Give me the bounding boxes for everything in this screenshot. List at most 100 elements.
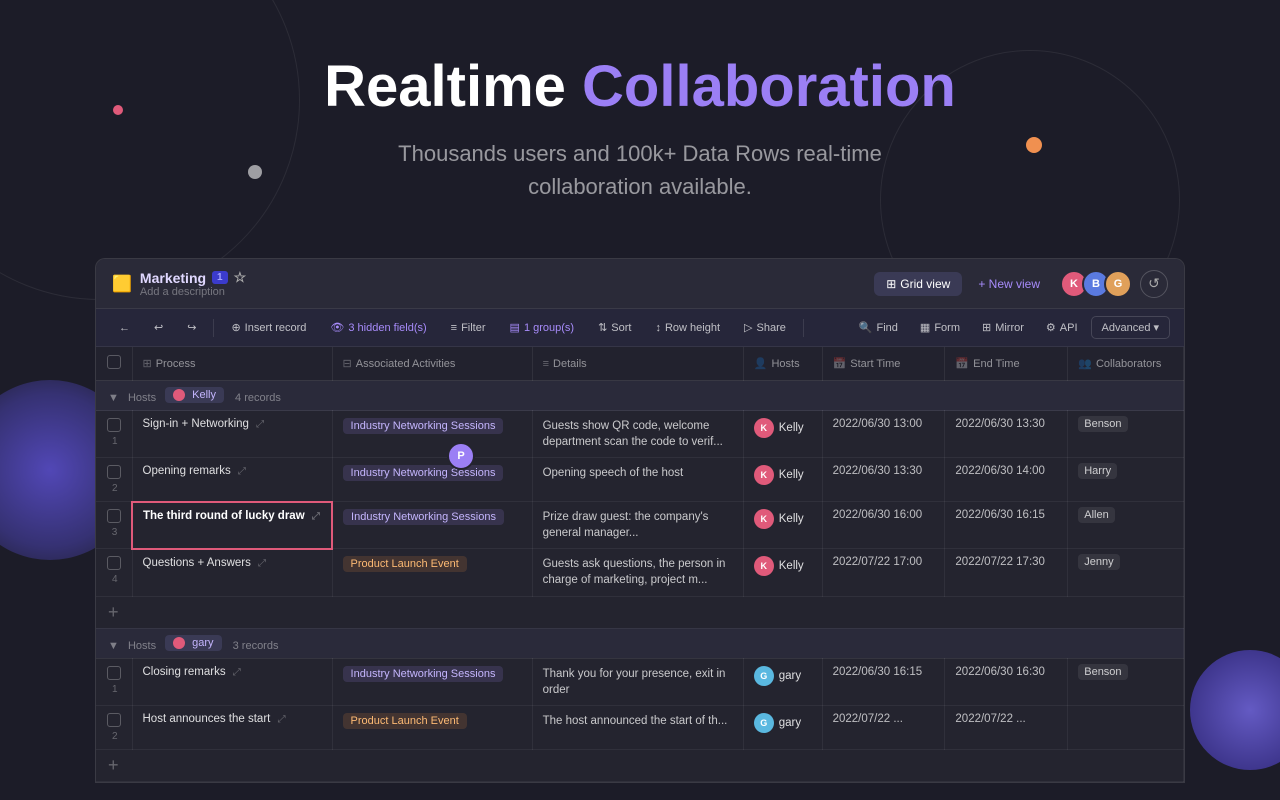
host-name: Kelly	[779, 469, 804, 481]
process-cell[interactable]: Sign-in + Networking ⤢	[132, 411, 332, 458]
add-row[interactable]: +	[96, 596, 1184, 628]
row-checkbox[interactable]	[107, 509, 121, 523]
host-name: gary	[779, 717, 801, 729]
host-avatar: K	[754, 418, 774, 438]
refresh-button[interactable]: ↺	[1140, 270, 1168, 298]
advanced-button[interactable]: Advanced ▾	[1091, 316, 1170, 339]
activity-tag[interactable]: Industry Networking Sessions	[343, 666, 504, 682]
row-checkbox[interactable]	[107, 556, 121, 570]
row-checkbox[interactable]	[107, 418, 121, 432]
group-button[interactable]: ▤ 1 group(s)	[501, 317, 584, 338]
grid-view-tab[interactable]: ⊞ Grid view	[874, 272, 962, 296]
group-count: 3 records	[233, 640, 279, 652]
eye-icon: 👁	[330, 321, 344, 334]
collaborator-cell: Benson	[1068, 658, 1184, 705]
process-cell[interactable]: Questions + Answers ⤢	[132, 549, 332, 596]
group-toggle-icon[interactable]: ▼	[108, 392, 119, 404]
details-cell: Guests show QR code, welcome department …	[532, 411, 743, 458]
host-avatar: G	[754, 666, 774, 686]
row-checkbox-cell: 1	[96, 411, 132, 458]
activity-cell: Industry Networking Sessions	[332, 658, 532, 705]
filter-button[interactable]: ≡ Filter	[442, 318, 495, 338]
db-toolbar: ← ↩ ↪ ⊕ Insert record 👁 3 hidden field(s…	[96, 309, 1184, 347]
api-button[interactable]: ⚙ API	[1037, 317, 1087, 338]
row-checkbox[interactable]	[107, 666, 121, 680]
col-hosts: 👤Hosts	[743, 347, 822, 381]
row-number: 1	[112, 684, 118, 695]
expand-icon[interactable]: ⤢	[233, 667, 241, 678]
start-time-cell: 2022/06/30 16:00	[822, 502, 945, 549]
process-cell[interactable]: Opening remarks ⤢	[132, 458, 332, 502]
activity-tag[interactable]: Industry Networking Sessions	[343, 509, 504, 525]
add-row-button[interactable]: +	[96, 749, 1184, 781]
activity-tag[interactable]: Industry Networking Sessions	[343, 465, 504, 481]
row-checkbox-cell: 1	[96, 658, 132, 705]
sort-button[interactable]: ⇅ Sort	[589, 317, 640, 338]
find-button[interactable]: 🔍 Find	[850, 317, 907, 338]
toolbar-right: 🔍 Find ▦ Form ⊞ Mirror ⚙ API Advanced ▾	[850, 316, 1170, 339]
back-button[interactable]: ←	[110, 318, 139, 338]
mirror-icon: ⊞	[982, 321, 991, 334]
start-time-cell: 2022/06/30 13:30	[822, 458, 945, 502]
host-cell: K Kelly	[743, 502, 822, 549]
collaborator-cell: Allen	[1068, 502, 1184, 549]
collaborator-name: Benson	[1078, 664, 1127, 680]
activity-tag[interactable]: Product Launch Event	[343, 556, 467, 572]
col-process: ⊞Process	[132, 347, 332, 381]
db-description[interactable]: Add a description	[140, 286, 246, 298]
activity-cell: Industry Networking Sessions	[332, 502, 532, 549]
process-cell[interactable]: The third round of lucky draw ⤢	[132, 502, 332, 549]
activity-tag[interactable]: Industry Networking Sessions	[343, 418, 504, 434]
process-cell[interactable]: Closing remarks ⤢	[132, 658, 332, 705]
group-tag-avatar	[173, 637, 185, 649]
checkbox-header[interactable]	[96, 347, 132, 381]
new-view-button[interactable]: + New view	[966, 272, 1052, 296]
add-row[interactable]: +	[96, 749, 1184, 781]
row-checkbox-cell: 2	[96, 705, 132, 749]
row-checkbox-cell: 4	[96, 549, 132, 596]
hidden-fields-button[interactable]: 👁 3 hidden field(s)	[321, 317, 435, 338]
details-cell: The host announced the start of th...	[532, 705, 743, 749]
data-table: ⊞Process ⊟Associated Activities ≡Details…	[96, 347, 1184, 782]
activity-tag[interactable]: Product Launch Event	[343, 713, 467, 729]
api-icon: ⚙	[1046, 321, 1056, 334]
group-header-row: ▼ Hosts gary 3 records	[96, 628, 1184, 658]
expand-icon[interactable]: ⤢	[258, 558, 266, 569]
db-header: 🟨 Marketing 1 ☆ Add a description ⊞ Grid…	[96, 259, 1184, 309]
row-height-button[interactable]: ↕ Row height	[646, 318, 729, 338]
details-cell: Thank you for your presence, exit in ord…	[532, 658, 743, 705]
group-toggle-icon[interactable]: ▼	[108, 640, 119, 652]
expand-icon[interactable]: ⤢	[238, 466, 246, 477]
avatar-g: G	[1104, 270, 1132, 298]
insert-record-button[interactable]: ⊕ Insert record	[222, 317, 315, 338]
process-cell[interactable]: Host announces the start ⤢	[132, 705, 332, 749]
table-row: 2 Opening remarks ⤢ Industry Networking …	[96, 458, 1184, 502]
db-title-text: Marketing	[140, 270, 206, 286]
add-row-button[interactable]: +	[96, 596, 1184, 628]
table-row: 1 Closing remarks ⤢ Industry Networking …	[96, 658, 1184, 705]
collaborator-cell: Jenny	[1068, 549, 1184, 596]
row-number: 1	[112, 436, 118, 447]
collaborator-cell	[1068, 705, 1184, 749]
row-checkbox[interactable]	[107, 465, 121, 479]
expand-icon[interactable]: ⤢	[312, 511, 320, 522]
expand-icon[interactable]: ⤢	[278, 714, 286, 725]
row-checkbox[interactable]	[107, 713, 121, 727]
share-button[interactable]: ▷ Share	[735, 317, 795, 338]
row-number: 2	[112, 731, 118, 742]
host-name: Kelly	[779, 560, 804, 572]
start-time-cell: 2022/06/30 16:15	[822, 658, 945, 705]
redo-button[interactable]: ↪	[178, 317, 205, 338]
group-count: 4 records	[235, 392, 281, 404]
group-tag-avatar	[173, 389, 185, 401]
activity-cell: Industry Networking Sessions	[332, 458, 532, 502]
row-checkbox-cell: 3	[96, 502, 132, 549]
form-button[interactable]: ▦ Form	[911, 317, 969, 338]
select-all-checkbox[interactable]	[107, 355, 121, 369]
mirror-button[interactable]: ⊞ Mirror	[973, 317, 1033, 338]
details-cell: Opening speech of the host	[532, 458, 743, 502]
expand-icon[interactable]: ⤢	[256, 419, 264, 430]
db-star-icon[interactable]: ☆	[234, 269, 247, 286]
col-details: ≡Details	[532, 347, 743, 381]
undo-button[interactable]: ↩	[145, 317, 172, 338]
